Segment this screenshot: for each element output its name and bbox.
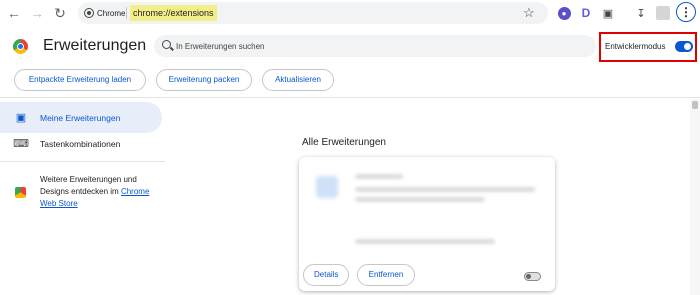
- sidebar: ▣ Meine Erweiterungen ⌨ Tastenkombinatio…: [0, 99, 170, 295]
- extensions-menu-button[interactable]: ▣: [600, 5, 616, 21]
- address-bar[interactable]: Chrome chrome://extensions ☆: [78, 2, 548, 24]
- profile-avatar[interactable]: [656, 6, 670, 20]
- sidebar-item-label: Meine Erweiterungen: [40, 112, 121, 123]
- extension-button-2[interactable]: D: [578, 5, 594, 21]
- scrollbar[interactable]: [690, 99, 700, 295]
- update-button[interactable]: Aktualisieren: [262, 69, 334, 91]
- developer-mode-area: Entwicklermodus: [599, 32, 697, 62]
- page-title: Erweiterungen: [43, 37, 147, 54]
- arrow-left-icon: ←: [7, 5, 21, 21]
- sidebar-item-label: Tastenkombinationen: [40, 138, 121, 149]
- extension-button-1[interactable]: ●: [556, 5, 572, 21]
- web-store-promo: Weitere Erweiterungen und Designs entdec…: [40, 174, 160, 210]
- url-divider: [126, 7, 127, 19]
- extension-enable-toggle[interactable]: [524, 272, 541, 281]
- section-title: Alle Erweiterungen: [302, 137, 386, 148]
- more-vert-icon: ⋮: [680, 5, 692, 19]
- arrow-right-icon: →: [30, 5, 44, 21]
- blurred-extension-name: [355, 174, 403, 179]
- developer-mode-toggle[interactable]: [675, 41, 693, 52]
- remove-button[interactable]: Entfernen: [357, 264, 415, 286]
- reload-button[interactable]: ↻: [50, 3, 70, 23]
- d-extension-icon: D: [581, 6, 591, 20]
- extensions-header: Erweiterungen Entwicklermodus Entpackte …: [0, 26, 700, 98]
- load-unpacked-button[interactable]: Entpackte Erweiterung laden: [14, 69, 146, 91]
- site-info-chip[interactable]: Chrome: [84, 5, 125, 21]
- browser-toolbar: ← → ↻ Chrome chrome://extensions ☆ ● D ▣…: [0, 0, 700, 26]
- puzzle-icon: ▣: [15, 112, 27, 124]
- search-icon: [162, 40, 171, 49]
- developer-mode-label: Entwicklermodus: [605, 42, 666, 51]
- puzzle-icon: ▣: [602, 7, 614, 20]
- downloads-button[interactable]: ↧: [633, 5, 649, 21]
- details-button[interactable]: Details: [303, 264, 349, 286]
- blurred-extension-id: [355, 239, 495, 244]
- reload-icon: ↻: [54, 4, 66, 21]
- web-store-icon: [15, 187, 26, 198]
- sidebar-divider: [0, 161, 165, 162]
- scrollbar-thumb[interactable]: [692, 101, 698, 109]
- keyboard-icon: ⌨: [13, 138, 29, 150]
- sidebar-item-shortcuts[interactable]: ⌨ Tastenkombinationen: [0, 128, 162, 159]
- chrome-menu-button[interactable]: ⋮: [676, 2, 696, 22]
- search-input[interactable]: [176, 38, 576, 54]
- search-box[interactable]: [154, 35, 596, 57]
- extension-icon: [316, 176, 338, 198]
- blurred-extension-description: [355, 197, 485, 202]
- back-button[interactable]: ←: [4, 3, 24, 23]
- download-icon: ↧: [636, 7, 646, 20]
- pack-extension-button[interactable]: Erweiterung packen: [156, 69, 252, 91]
- url-text[interactable]: chrome://extensions: [130, 5, 217, 21]
- bookmark-star-icon[interactable]: ☆: [523, 5, 535, 21]
- blurred-extension-description: [355, 187, 535, 192]
- chrome-page-icon: [84, 8, 94, 18]
- extension-icon: ●: [557, 6, 571, 20]
- site-chip-label: Chrome: [97, 8, 126, 18]
- extension-card: Details Entfernen: [299, 157, 555, 291]
- chrome-logo-icon: [13, 39, 28, 54]
- forward-button[interactable]: →: [27, 3, 47, 23]
